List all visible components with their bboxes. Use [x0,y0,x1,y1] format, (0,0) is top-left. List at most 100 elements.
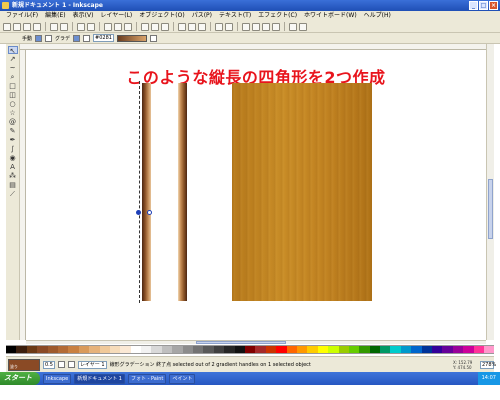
palette-swatch[interactable] [463,346,474,353]
palette-swatch[interactable] [89,346,100,353]
palette-swatch[interactable] [380,346,391,353]
copy-icon[interactable] [104,22,112,31]
pencil-tool-icon[interactable]: ✎ [8,127,18,135]
menu-whiteboard[interactable]: ホワイトボード(W) [304,11,357,21]
save-icon[interactable] [23,22,31,31]
palette-swatch[interactable] [421,346,433,353]
zoom-page-icon[interactable] [161,22,169,31]
palette-swatch[interactable] [276,346,287,353]
vertical-scroll-thumb[interactable] [488,179,493,239]
layer-visibility-toggle[interactable] [57,361,65,368]
open-icon[interactable] [13,22,21,31]
gradient-preview-swatch[interactable] [116,34,147,42]
edit-gradient-button[interactable] [149,34,157,42]
layer-lock-toggle[interactable] [67,361,75,368]
menu-effects[interactable]: エフェクト(C) [258,11,297,21]
fill-stroke-icon[interactable] [242,22,250,31]
palette-swatch[interactable] [161,346,173,353]
palette-swatch[interactable] [203,346,214,353]
palette-swatch[interactable] [473,346,484,353]
palette-swatch[interactable] [483,346,495,353]
palette-swatch[interactable] [213,346,225,353]
clone-icon[interactable] [188,22,196,31]
palette-swatch[interactable] [37,346,48,353]
print-icon[interactable] [33,22,41,31]
horizontal-scrollbar[interactable] [26,340,486,344]
palette-swatch[interactable] [141,346,152,353]
selector-tool-icon[interactable]: ↖ [7,46,18,55]
document-properties-icon[interactable] [299,22,307,31]
taskbar-item-inkscape[interactable]: Inkscape [43,373,72,384]
palette-swatch[interactable] [78,346,90,353]
duplicate-icon[interactable] [178,22,186,31]
palette-swatch[interactable] [307,346,318,353]
palette-swatch[interactable] [244,346,256,353]
palette-swatch[interactable] [109,346,121,353]
radial-gradient-toggle[interactable] [45,34,53,42]
star-tool-icon[interactable]: ☆ [8,109,18,117]
palette-swatch[interactable] [400,346,412,353]
palette-swatch[interactable] [151,346,162,353]
taskbar-item-document[interactable]: 新規ドキュメント 1 [74,373,125,384]
export-icon[interactable] [60,22,68,31]
horizontal-scroll-thumb[interactable] [196,341,286,344]
palette-swatch[interactable] [411,346,422,353]
palette-swatch[interactable] [452,346,464,353]
preferences-icon[interactable] [289,22,297,31]
palette-swatch[interactable] [130,346,142,353]
palette-swatch[interactable] [224,346,235,353]
palette-swatch[interactable] [26,346,38,353]
taskbar-item-paint[interactable]: ペイント [169,373,196,384]
menu-path[interactable]: パス(P) [192,11,212,21]
calligraphy-tool-icon[interactable]: ∫ [8,145,18,153]
palette-swatch[interactable] [317,346,329,353]
bucket-tool-icon[interactable]: ◉ [8,154,18,162]
palette-swatch[interactable] [442,346,453,353]
palette-swatch[interactable] [120,346,131,353]
gradient-tool-icon[interactable]: ▤ [8,181,18,189]
zoom-selection-icon[interactable] [141,22,149,31]
redo-icon[interactable] [87,22,95,31]
gradient-rect-left[interactable] [142,83,151,301]
fill-stroke-indicator[interactable]: 塗り [8,358,40,371]
dropper-tool-icon[interactable]: ⟋ [8,190,18,198]
import-icon[interactable] [50,22,58,31]
ungroup-icon[interactable] [225,22,233,31]
maximize-button[interactable]: □ [479,1,488,10]
menu-view[interactable]: 表示(V) [73,11,94,21]
spiral-tool-icon[interactable]: @ [8,118,18,126]
gradient-end-handle[interactable] [147,210,152,215]
zoom-tool-icon[interactable]: ⌕ [8,73,18,81]
drawing-canvas[interactable]: このような縦長の四角形を2つ作成 [26,50,486,340]
ellipse-tool-icon[interactable]: ○ [8,100,18,108]
wood-texture-rect[interactable] [232,83,372,301]
rect-tool-icon[interactable]: □ [8,82,18,90]
palette-swatch[interactable] [255,346,266,353]
palette-swatch[interactable] [182,346,194,353]
fill-target-toggle[interactable] [73,34,81,42]
pen-tool-icon[interactable]: ✒ [8,136,18,144]
3dbox-tool-icon[interactable]: ◫ [8,91,18,99]
undo-icon[interactable] [77,22,85,31]
zoom-field[interactable]: 278% [480,360,496,369]
palette-swatch[interactable] [68,346,79,353]
gradient-id-field[interactable]: #0281 [93,34,114,42]
tweak-tool-icon[interactable]: ~ [8,64,18,72]
stroke-target-toggle[interactable] [83,34,91,42]
menu-edit[interactable]: 編集(E) [45,11,65,21]
palette-swatch[interactable] [234,346,245,353]
minimize-button[interactable]: _ [469,1,478,10]
paste-icon[interactable] [124,22,132,31]
align-icon[interactable] [272,22,280,31]
text-font-icon[interactable] [252,22,260,31]
menu-object[interactable]: オブジェクト(O) [139,11,184,21]
opacity-field[interactable]: 0.5 [43,360,55,369]
palette-swatch[interactable] [432,346,443,353]
palette-swatch[interactable] [16,346,27,353]
palette-swatch[interactable] [390,346,401,353]
start-button[interactable]: スタート [0,372,40,385]
group-icon[interactable] [215,22,223,31]
xml-editor-icon[interactable] [262,22,270,31]
menu-text[interactable]: テキスト(T) [219,11,251,21]
menu-help[interactable]: ヘルプ(H) [364,11,391,21]
